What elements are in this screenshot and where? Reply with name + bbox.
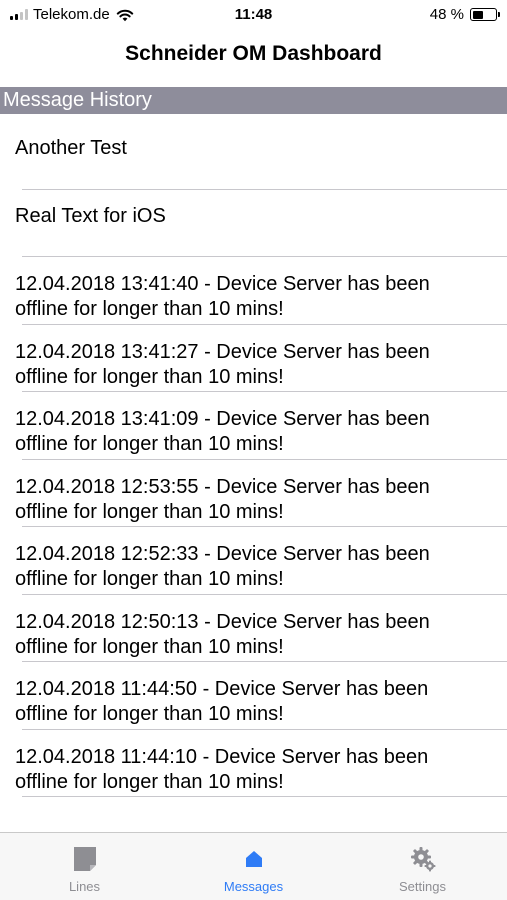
tab-lines[interactable]: Lines — [0, 833, 169, 900]
list-item[interactable]: 12.04.2018 11:44:50 - Device Server has … — [0, 662, 507, 730]
message-line-2: offline for longer than 10 mins! — [15, 365, 284, 388]
message-line-1: 12.04.2018 12:50:13 - Device Server has … — [15, 610, 430, 633]
list-item[interactable]: 12.04.2018 12:52:33 - Device Server has … — [0, 527, 507, 595]
status-bar: Telekom.de 11:48 48 % — [0, 0, 507, 30]
message-line-2: offline for longer than 10 mins! — [15, 298, 284, 320]
message-line-1: 12.04.2018 11:44:10 - Device Server has … — [15, 745, 429, 768]
list-item[interactable]: 12.04.2018 13:41:27 - Device Server has … — [0, 325, 507, 392]
status-bar-right: 48 % — [429, 6, 500, 23]
tab-lines-label: Lines — [68, 879, 101, 894]
battery-icon — [470, 8, 500, 21]
message-line-2: offline for longer than 10 mins! — [15, 635, 284, 658]
message-line-1: 12.04.2018 12:52:33 - Device Server has … — [15, 543, 430, 565]
tab-settings[interactable]: Settings — [338, 833, 507, 900]
list-item[interactable]: 12.04.2018 12:53:55 - Device Server has … — [0, 460, 507, 527]
message-line-2: offline for longer than 10 mins! — [15, 433, 284, 455]
app-screen: Telekom.de 11:48 48 % Schneider OM Dashb… — [0, 0, 507, 900]
page-title: Schneider OM Dashboard — [125, 42, 382, 65]
message-text: Another Test — [15, 137, 127, 159]
tab-messages[interactable]: Messages — [169, 833, 338, 900]
message-line-2: offline for longer than 10 mins! — [15, 770, 284, 793]
battery-percent: 48 % — [429, 6, 464, 23]
list-item[interactable]: 12.04.2018 11:44:10 - Device Server has … — [0, 730, 507, 797]
message-line-2: offline for longer than 10 mins! — [15, 568, 284, 590]
section-header-message-history: Message History — [0, 87, 507, 114]
document-icon — [71, 845, 99, 873]
row-separator — [22, 796, 507, 797]
list-item[interactable]: 12.04.2018 13:41:40 - Device Server has … — [0, 257, 507, 325]
message-line-1: 12.04.2018 11:44:50 - Device Server has … — [15, 678, 429, 700]
message-line-2: offline for longer than 10 mins! — [15, 500, 284, 523]
list-item[interactable]: Another Test — [0, 114, 507, 190]
message-line-2: offline for longer than 10 mins! — [15, 703, 284, 725]
tab-messages-label: Messages — [223, 879, 284, 894]
list-item[interactable]: Real Text for iOS — [0, 190, 507, 257]
message-list[interactable]: Another Test Real Text for iOS 12.04.201… — [0, 114, 507, 832]
home-icon — [240, 845, 268, 873]
message-line-1: 12.04.2018 12:53:55 - Device Server has … — [15, 475, 430, 498]
tab-bar: Lines Messages Settings — [0, 832, 507, 900]
gear-icon — [409, 845, 437, 873]
tab-settings-label: Settings — [399, 879, 446, 894]
message-line-1: 12.04.2018 13:41:40 - Device Server has … — [15, 273, 430, 295]
message-text: Real Text for iOS — [15, 205, 166, 227]
list-item[interactable]: 12.04.2018 12:50:13 - Device Server has … — [0, 595, 507, 662]
message-line-1: 12.04.2018 13:41:09 - Device Server has … — [15, 408, 430, 430]
battery-fill — [472, 10, 484, 19]
message-line-1: 12.04.2018 13:41:27 - Device Server has … — [15, 340, 430, 363]
list-item[interactable]: 12.04.2018 13:41:09 - Device Server has … — [0, 392, 507, 460]
